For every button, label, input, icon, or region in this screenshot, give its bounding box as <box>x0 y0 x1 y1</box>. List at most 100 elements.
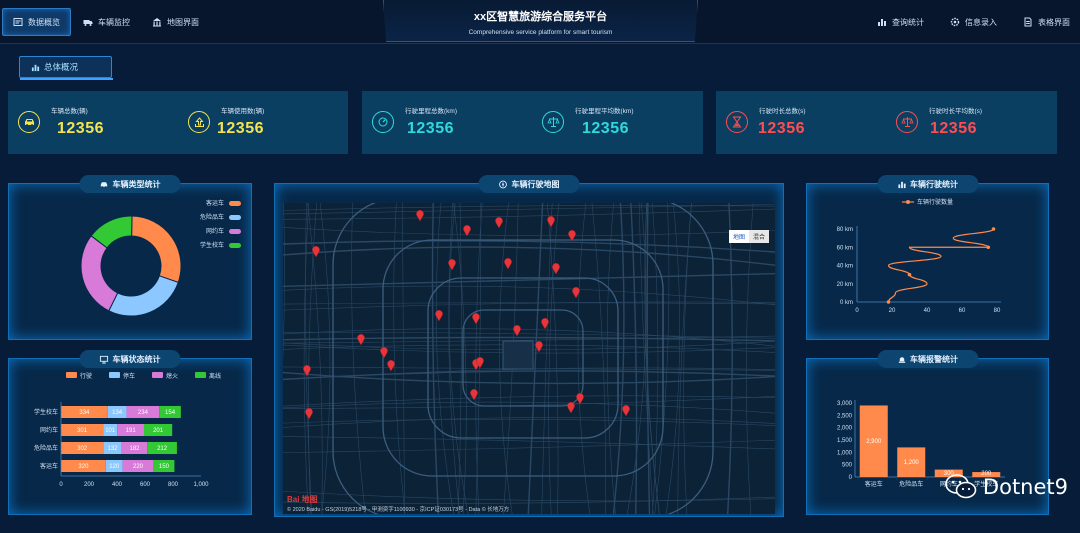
map-marker-icon[interactable] <box>472 313 480 324</box>
map-marker-icon[interactable] <box>567 402 575 413</box>
alarm-y-tick: 0 <box>849 475 853 481</box>
map-marker-icon[interactable] <box>622 405 630 416</box>
map-marker-shape <box>470 389 478 400</box>
map-marker-shape <box>312 246 320 257</box>
status-category-label: 危险品车 <box>34 444 58 452</box>
map-marker-icon[interactable] <box>357 334 365 345</box>
compass-icon <box>499 180 507 188</box>
driving-point <box>986 245 991 250</box>
nav-info-entry[interactable]: 信息录入 <box>940 8 1007 36</box>
driving-series-line <box>887 228 995 303</box>
driving-x-tick: 0 <box>855 308 859 314</box>
stat-label: 行驶时长平均数(s) <box>929 108 983 115</box>
map-road <box>646 203 651 514</box>
map-marker-icon[interactable] <box>470 389 478 400</box>
map-marker-icon[interactable] <box>535 341 543 352</box>
map-road <box>435 203 454 514</box>
nav-vehicle-monitor[interactable]: 车辆监控 <box>73 8 140 36</box>
alarm-y-tick: 3,000 <box>837 401 853 407</box>
gear-icon <box>950 17 960 27</box>
stat-card-vehicles: 车辆总数(辆) 12356 车辆使用数(辆) 12356 <box>8 91 348 154</box>
map-marker-icon[interactable] <box>476 357 484 368</box>
map-marker-icon[interactable] <box>513 325 521 336</box>
status-bar-label: 120 <box>109 464 120 470</box>
donut-slice-3 <box>80 235 119 312</box>
nav-map[interactable]: 地图界面 <box>142 8 209 36</box>
map-road <box>665 203 681 514</box>
map-marker-shape <box>567 402 575 413</box>
nav-query-stats[interactable]: 查询统计 <box>867 8 934 36</box>
map-marker-shape <box>476 357 484 368</box>
map-marker-icon[interactable] <box>416 210 424 221</box>
status-x-tick: 600 <box>140 482 151 488</box>
vehicle-type-donut-chart: 客运车危险品车网约车学生校车 <box>80 199 241 317</box>
map-marker-icon[interactable] <box>312 246 320 257</box>
map-road <box>283 371 775 385</box>
map-copyright: © 2020 Baidu - GS(2019)5218号 - 甲测资字11009… <box>287 507 510 513</box>
vehicle-type-panel: 车辆类型统计 客运车 危险品车 网约车 学生校车 <box>8 175 252 340</box>
map-marker-shape <box>541 318 549 329</box>
map-marker-icon[interactable] <box>305 408 313 419</box>
map-roads <box>283 203 775 514</box>
map-marker-shape <box>513 325 521 336</box>
nav-table-view[interactable]: 表格界面 <box>1013 8 1080 36</box>
nav-data-overview[interactable]: 数据概览 <box>2 8 71 36</box>
map-road <box>283 203 285 362</box>
map-marker-icon[interactable] <box>572 287 580 298</box>
status-legend-label: 行驶 <box>80 372 92 380</box>
nav-label: 数据概览 <box>28 17 60 27</box>
status-bar-label: 334 <box>79 410 90 416</box>
status-bar-label: 101 <box>105 428 116 434</box>
driving-y-tick: 40 km <box>837 264 853 270</box>
map-marker-shape <box>380 347 388 358</box>
alarm-y-tick: 1,500 <box>837 438 853 444</box>
top-bar: 数据概览 车辆监控 地图界面 xx区智慧旅游综合服务平台 Comprehensi… <box>0 0 1080 44</box>
map-marker-icon[interactable] <box>504 258 512 269</box>
map-marker-icon[interactable] <box>576 393 584 404</box>
status-x-tick: 0 <box>59 482 63 488</box>
speedometer-icon <box>372 111 394 133</box>
stat-value: 12356 <box>217 120 264 137</box>
donut-legend-swatch <box>229 229 241 234</box>
page-subtitle: Comprehensive service platform for smart… <box>468 29 613 36</box>
car-icon <box>18 111 40 133</box>
panel-title-text: 车辆行驶地图 <box>511 179 560 189</box>
driving-point <box>991 227 996 231</box>
alarm-y-tick: 1,000 <box>837 450 853 456</box>
driving-point <box>907 272 912 277</box>
stat-label: 行驶时长总数(s) <box>759 108 806 115</box>
map-marker-icon[interactable] <box>568 230 576 241</box>
map-road <box>283 246 775 266</box>
map-marker-icon[interactable] <box>547 216 555 227</box>
document-icon <box>1024 17 1032 27</box>
map-toggle-map[interactable]: 地图 <box>728 230 749 243</box>
donut-legend-label: 客运车 <box>206 199 224 207</box>
overview-tab[interactable]: 总体概况 <box>19 56 113 80</box>
map-marker-icon[interactable] <box>387 360 395 371</box>
stat-mileage-average: 行驶里程平均数(km) 12356 <box>542 91 702 154</box>
map-marker-icon[interactable] <box>463 225 471 236</box>
donut-slice-2 <box>108 275 179 317</box>
map-marker-icon[interactable] <box>380 347 388 358</box>
status-bar-label: 234 <box>138 410 149 416</box>
map-marker-shape <box>495 217 503 228</box>
map-marker-icon[interactable] <box>541 318 549 329</box>
status-x-tick: 800 <box>168 482 179 488</box>
scale-icon <box>896 111 918 133</box>
map-marker-shape <box>472 313 480 324</box>
stat-vehicle-used: 车辆使用数(辆) 12356 <box>188 91 348 154</box>
map-marker-shape <box>535 341 543 352</box>
status-bar-label: 302 <box>77 446 88 452</box>
stat-value: 12356 <box>407 120 454 137</box>
map-marker-icon[interactable] <box>495 217 503 228</box>
map-marker-icon[interactable] <box>448 259 456 270</box>
vehicle-status-panel: 车辆状态统计 行驶 停车 熄火 离线 客运车 320 120 220 150 危险品车 302 132… <box>8 350 252 515</box>
map-toggle-hybrid[interactable]: 混合 <box>748 230 769 243</box>
status-bar-label: 220 <box>133 464 144 470</box>
map-marker-icon[interactable] <box>435 310 443 321</box>
map-marker-icon[interactable] <box>303 365 311 376</box>
map-marker-icon[interactable] <box>552 263 560 274</box>
status-legend-swatch <box>195 372 206 378</box>
stat-mileage-total: 行驶里程总数(km) 12356 <box>372 91 532 154</box>
vehicle-map[interactable]: 地图 混合 Bai 地图 © 2020 Baidu - GS(2019)5218… <box>283 203 775 514</box>
